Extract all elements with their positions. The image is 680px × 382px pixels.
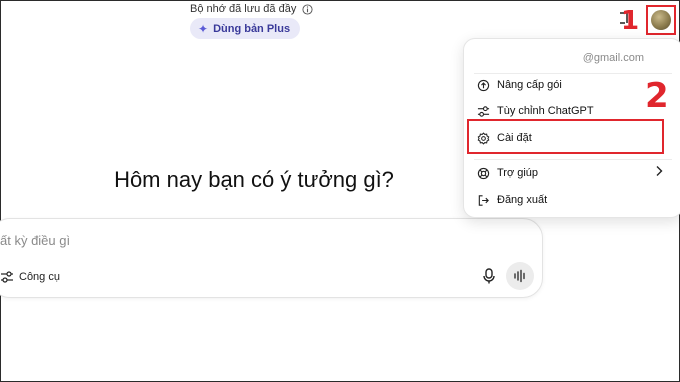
voice-mode-button[interactable]	[506, 262, 534, 290]
avatar	[651, 10, 671, 30]
menu-item-label: Đăng xuất	[497, 194, 548, 206]
sparkle-icon: ✦	[198, 21, 209, 36]
sliders-icon	[477, 105, 490, 117]
memory-full-notice: Bộ nhớ đã lưu đã đầy	[190, 3, 313, 15]
menu-item-label: Trợ giúp	[497, 167, 539, 179]
menu-divider	[474, 73, 672, 74]
step-marker-1: 1	[621, 6, 640, 36]
info-icon[interactable]	[302, 3, 313, 15]
menu-item-label: Nâng cấp gói	[497, 79, 562, 91]
memory-note-text: Bộ nhớ đã lưu đã đầy	[190, 3, 297, 15]
sliders-icon	[1, 271, 13, 283]
chevron-right-icon	[656, 166, 663, 176]
waveform-icon	[514, 269, 525, 283]
lifebuoy-icon	[477, 167, 490, 179]
menu-item-logout[interactable]: Đăng xuất	[477, 191, 547, 209]
upgrade-icon	[477, 79, 490, 91]
menu-item-customize-chatgpt[interactable]: Tùy chỉnh ChatGPT	[477, 102, 594, 120]
account-email: @gmail.com	[582, 52, 644, 64]
menu-item-upgrade-plan[interactable]: Nâng cấp gói	[477, 76, 562, 94]
settings-highlight-box	[467, 119, 664, 154]
step-marker-2: 2	[645, 76, 669, 116]
logout-icon	[478, 194, 489, 206]
upgrade-plus-label: Dùng bản Plus	[213, 22, 291, 35]
microphone-icon[interactable]	[480, 267, 498, 285]
menu-item-help[interactable]: Trợ giúp	[477, 164, 538, 182]
menu-item-label: Tùy chỉnh ChatGPT	[497, 105, 594, 117]
tools-label: Công cụ	[19, 271, 60, 283]
tools-button[interactable]: Công cụ	[0, 268, 60, 286]
menu-divider	[474, 159, 672, 160]
message-input[interactable]: ất kỳ điều gì	[0, 233, 70, 248]
upgrade-plus-button[interactable]: ✦ Dùng bản Plus	[190, 18, 301, 39]
page-headline: Hôm nay bạn có ý tưởng gì?	[114, 167, 394, 192]
message-composer[interactable]	[0, 218, 543, 298]
profile-avatar-button[interactable]	[646, 5, 676, 35]
